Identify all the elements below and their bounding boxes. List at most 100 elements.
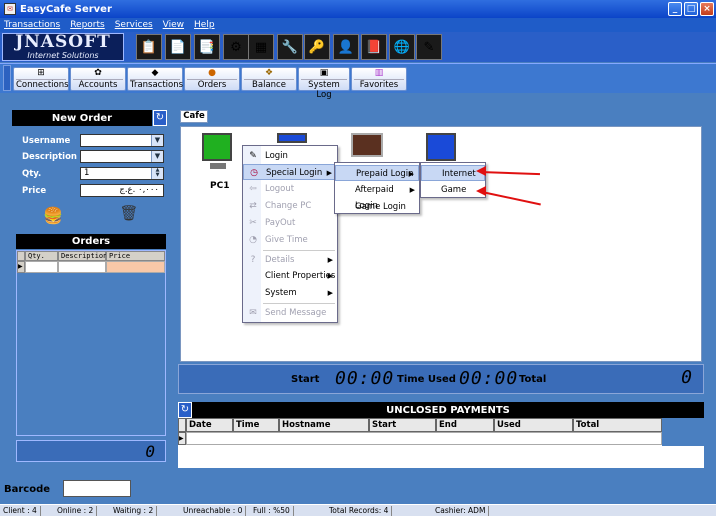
menu-view[interactable]: View: [163, 20, 184, 30]
col-qty[interactable]: Qty.: [25, 251, 58, 261]
close-button[interactable]: ×: [700, 2, 714, 16]
new-order-header: New Order: [12, 110, 152, 126]
maximize-button[interactable]: □: [684, 2, 698, 16]
status-cashier: Cashier: ADM: [432, 506, 490, 516]
nav-system-log-button[interactable]: ▣ System Log: [298, 67, 350, 100]
minimize-button[interactable]: _: [668, 2, 682, 16]
tab-cafe[interactable]: Cafe: [180, 110, 208, 123]
nav-accounts-button[interactable]: ✿ Accounts: [70, 67, 126, 91]
price-field[interactable]: ٠,٠٠٠ .ع.ج: [80, 184, 164, 197]
menu-client-properties[interactable]: Client Properties ▶: [243, 268, 337, 284]
status-total-records: Total Records: 4: [326, 506, 393, 516]
tools-icon[interactable]: 🔧: [277, 34, 303, 60]
col-date[interactable]: Date: [186, 418, 233, 432]
orders-header: Orders: [16, 234, 166, 249]
table-cell[interactable]: [58, 261, 106, 273]
menu-special-login[interactable]: ◷ Special Login ▶: [243, 164, 337, 180]
table-cell[interactable]: [106, 261, 165, 273]
barcode-label: Barcode: [4, 484, 51, 495]
window-title: EasyCafe Server: [20, 3, 112, 15]
orders-icon: ●: [208, 68, 216, 78]
refresh-icon[interactable]: ↻: [153, 110, 167, 126]
calculator-icon[interactable]: ▦: [248, 34, 274, 60]
question-icon: ?: [250, 255, 256, 265]
menu-give-time[interactable]: ◔ Give Time: [243, 232, 337, 248]
col-start[interactable]: Start: [369, 418, 436, 432]
logo-subtitle: Internet Solutions: [27, 51, 99, 60]
pc1-label[interactable]: PC1: [210, 181, 229, 191]
nav-favorites-button[interactable]: ▥ Favorites: [351, 67, 407, 91]
globe-icon[interactable]: 🌐: [389, 34, 415, 60]
refresh-icon[interactable]: ↻: [178, 402, 192, 418]
pc3-monitor-icon[interactable]: [351, 133, 383, 157]
barcode-input[interactable]: [63, 480, 131, 497]
files-icon[interactable]: 📑: [194, 34, 220, 60]
menu-reports[interactable]: Reports: [70, 20, 105, 30]
timer-icon: ◔: [249, 235, 257, 245]
description-dropdown[interactable]: ▼: [80, 150, 164, 163]
menu-change-pc[interactable]: ⇄ Change PC: [243, 198, 337, 214]
clipboard-icon[interactable]: 📋: [136, 34, 162, 60]
menu-send-message[interactable]: ✉ Send Message: [243, 305, 337, 321]
title-bar: ✉ EasyCafe Server _ □ ×: [0, 0, 716, 18]
clock-icon: ◷: [250, 168, 258, 178]
qty-stepper[interactable]: 1 ▲ ▼: [80, 167, 164, 180]
col-price[interactable]: Price: [106, 251, 165, 261]
submenu-arrow-icon: ▶: [409, 186, 415, 194]
col-used[interactable]: Used: [494, 418, 573, 432]
documents-icon[interactable]: 📄: [165, 34, 191, 60]
key-icon[interactable]: 🔑: [304, 34, 330, 60]
menu-login[interactable]: ✎ Login: [243, 148, 337, 164]
menu-payout[interactable]: ✂ PayOut: [243, 215, 337, 231]
menu-system[interactable]: System ▶: [243, 285, 337, 301]
menu-services[interactable]: Services: [115, 20, 153, 30]
row-pointer-icon: ▶: [17, 261, 25, 273]
book-icon[interactable]: 📕: [361, 34, 387, 60]
user-id-icon[interactable]: 👤: [333, 34, 359, 60]
payments-empty-area: [178, 446, 704, 468]
nav-balance-button[interactable]: ❖ Balance: [241, 67, 297, 91]
col-end[interactable]: End: [436, 418, 494, 432]
chevron-down-icon: ▼: [151, 151, 163, 162]
menu-game-login[interactable]: Game Login: [335, 199, 419, 215]
col-hostname[interactable]: Hostname: [279, 418, 369, 432]
menu-afterpaid-login[interactable]: Afterpaid Login ▶: [335, 182, 419, 211]
burger-icon[interactable]: 🍔: [42, 206, 64, 226]
pc2-monitor-icon[interactable]: [277, 133, 307, 143]
col-time[interactable]: Time: [233, 418, 279, 432]
nav-transactions-button[interactable]: ◆ Transactions: [127, 67, 183, 91]
col-description[interactable]: Description: [58, 251, 107, 261]
menu-logout[interactable]: ⇦ Logout: [243, 181, 337, 197]
orders-table: Qty. Description Price ▶: [16, 250, 166, 436]
submenu-arrow-icon: ▶: [326, 169, 332, 177]
pc1-stand: [210, 163, 226, 169]
nav-connections-button[interactable]: ⊞ Connections: [13, 67, 69, 91]
pc1-monitor-icon[interactable]: [202, 133, 232, 161]
pen-icon[interactable]: ✎: [416, 34, 442, 60]
message-icon: ✉: [249, 308, 257, 318]
submenu-arrow-icon: ▶: [408, 170, 414, 178]
nav-orders-button[interactable]: ● Orders: [184, 67, 240, 91]
logo-text: JNASOFT: [15, 32, 111, 52]
qty-label: Qty.: [22, 169, 42, 179]
menu-transactions[interactable]: Transactions: [4, 20, 60, 30]
pc4-monitor-icon[interactable]: [426, 133, 456, 161]
menu-help[interactable]: Help: [194, 20, 215, 30]
spinner-icon[interactable]: ▲ ▼: [151, 168, 163, 179]
menu-bar: Transactions Reports Services View Help: [0, 18, 716, 32]
menu-prepaid-login[interactable]: Prepaid Login ▶: [335, 165, 419, 181]
gears-icon[interactable]: ⚙: [223, 34, 249, 60]
arrowhead-icon: [476, 186, 486, 196]
table-cell[interactable]: [25, 261, 58, 273]
row-header: [17, 251, 25, 261]
trash-icon[interactable]: 🗑: [118, 204, 140, 226]
start-time: 00:00: [335, 368, 395, 389]
username-dropdown[interactable]: ▼: [80, 134, 164, 147]
menu-details[interactable]: ? Details ▶: [243, 252, 337, 268]
status-bar: Client : 4 Online : 2 Waiting : 2 Unreac…: [0, 504, 716, 516]
col-total[interactable]: Total: [573, 418, 662, 432]
favorites-icon: ▥: [374, 68, 384, 78]
table-row[interactable]: [186, 432, 662, 445]
status-client: Client : 4: [0, 506, 41, 516]
status-waiting: Waiting : 2: [110, 506, 158, 516]
